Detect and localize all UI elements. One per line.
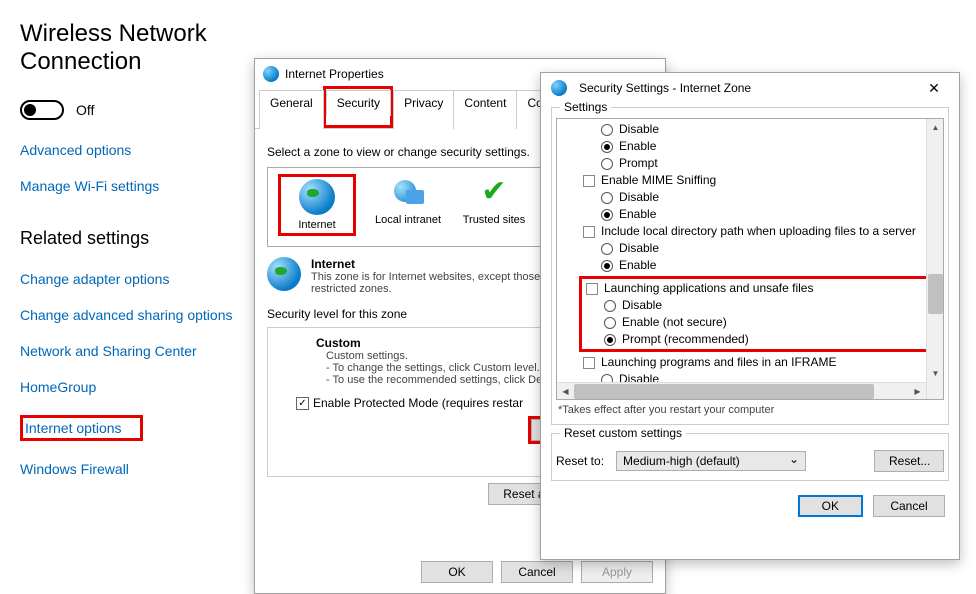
advanced-options-link[interactable]: Advanced options (20, 142, 260, 158)
wifi-settings-pane: Wireless Network Connection Off Advanced… (0, 0, 260, 477)
wifi-toggle[interactable] (20, 100, 64, 120)
page-title: Wireless Network Connection (20, 20, 260, 76)
globe-icon (267, 257, 301, 291)
setting-icon (583, 226, 595, 238)
wifi-toggle-label: Off (76, 102, 94, 118)
scroll-up-icon[interactable]: ▲ (927, 119, 944, 136)
zone-internet[interactable]: Internet (283, 179, 351, 231)
reset-group: Reset custom settings Reset to: Medium-h… (551, 433, 949, 481)
scroll-down-icon[interactable]: ▼ (927, 365, 944, 382)
ip-apply-button[interactable]: Apply (581, 561, 653, 583)
scroll-left-icon[interactable]: ◀ (557, 383, 574, 400)
security-settings-dialog: Security Settings - Internet Zone ✕ Sett… (540, 72, 960, 560)
manage-wifi-link[interactable]: Manage Wi-Fi settings (20, 178, 260, 194)
tab-general[interactable]: General (259, 90, 324, 129)
link-advanced-sharing[interactable]: Change advanced sharing options (20, 307, 260, 323)
setting-icon (583, 175, 595, 187)
link-homegroup[interactable]: HomeGroup (20, 379, 260, 395)
globe-icon (299, 179, 335, 215)
link-internet-options[interactable]: Internet options (25, 420, 122, 436)
tab-security[interactable]: Security (326, 90, 391, 116)
restart-note: *Takes effect after you restart your com… (558, 404, 942, 416)
link-windows-firewall[interactable]: Windows Firewall (20, 461, 260, 477)
ip-ok-button[interactable]: OK (421, 561, 493, 583)
protected-mode-checkbox[interactable]: ✓ (296, 397, 309, 410)
globe-icon (551, 80, 567, 96)
intranet-icon (390, 174, 426, 210)
ss-ok-button[interactable]: OK (798, 495, 863, 517)
close-button[interactable]: ✕ (919, 78, 949, 98)
ip-cancel-button[interactable]: Cancel (501, 561, 573, 583)
zone-trusted-sites[interactable]: ✔ Trusted sites (460, 174, 528, 226)
ss-cancel-button[interactable]: Cancel (873, 495, 945, 517)
reset-to-select[interactable]: Medium-high (default) (616, 451, 806, 471)
scroll-thumb[interactable] (928, 274, 943, 314)
ss-titlebar[interactable]: Security Settings - Internet Zone ✕ (541, 73, 959, 103)
scroll-right-icon[interactable]: ▶ (909, 383, 926, 400)
link-network-sharing-center[interactable]: Network and Sharing Center (20, 343, 260, 359)
reset-button[interactable]: Reset... (874, 450, 944, 472)
setting-icon (583, 357, 595, 369)
tab-content[interactable]: Content (453, 90, 517, 129)
settings-group: Settings Disable Enable Prompt Enable MI… (551, 107, 949, 425)
horizontal-scrollbar[interactable]: ◀ ▶ (557, 382, 926, 399)
globe-icon (263, 66, 279, 82)
tab-privacy[interactable]: Privacy (393, 90, 454, 129)
link-adapter-options[interactable]: Change adapter options (20, 271, 260, 287)
zone-local-intranet[interactable]: Local intranet (374, 174, 442, 226)
checkmark-icon: ✔ (476, 174, 512, 210)
related-settings-head: Related settings (20, 228, 260, 249)
setting-icon (586, 283, 598, 295)
scroll-thumb[interactable] (574, 384, 874, 399)
ip-title: Internet Properties (285, 67, 384, 81)
settings-tree[interactable]: Disable Enable Prompt Enable MIME Sniffi… (556, 118, 944, 400)
reset-to-label: Reset to: (556, 454, 604, 468)
vertical-scrollbar[interactable]: ▲ ▼ (926, 119, 943, 399)
ss-title: Security Settings - Internet Zone (579, 81, 751, 95)
